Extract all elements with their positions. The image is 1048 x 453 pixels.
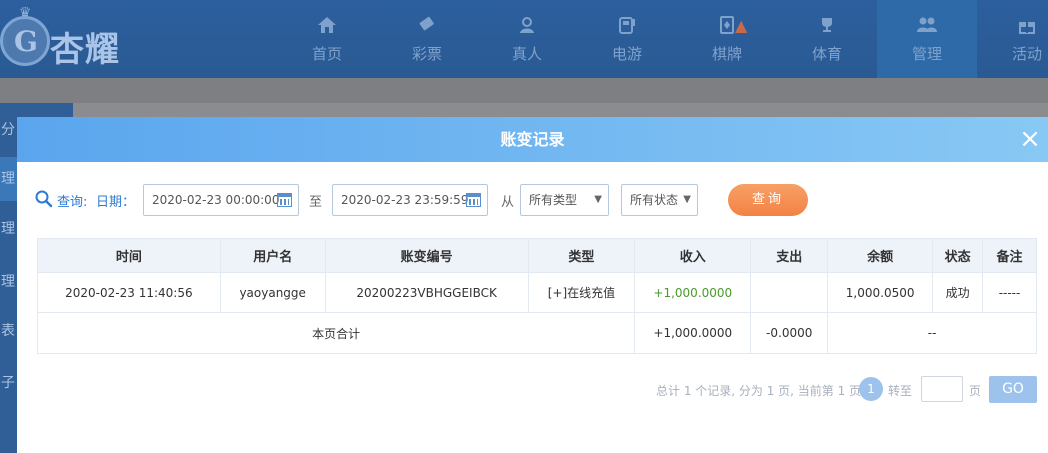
transaction-records-modal: 账变记录 × 查询: 日期： 2020-02-23 00:00:00 至 202…	[17, 117, 1048, 453]
close-icon[interactable]: ×	[1016, 125, 1044, 153]
column-header[interactable]: 支出	[750, 238, 829, 273]
table-row[interactable]: 2020-02-23 11:40:56 yaoyangge 20200223VB…	[37, 272, 1037, 313]
cell-code: 20200223VBHGGEIBCK	[324, 272, 529, 313]
search-icon	[35, 190, 53, 208]
cell-type: [+]在线充值	[527, 272, 636, 313]
trophy-icon	[817, 15, 837, 39]
start-date-value: 2020-02-23 00:00:00	[152, 193, 280, 207]
goto-label: 转至	[888, 384, 913, 398]
calendar-icon[interactable]	[277, 193, 292, 207]
page-unit-label: 页	[969, 384, 982, 398]
gift-icon	[1017, 15, 1037, 39]
status-select[interactable]: 所有状态 ▼	[621, 184, 698, 216]
logo-emblem-icon	[0, 16, 50, 66]
column-header[interactable]: 账变编号	[324, 238, 529, 273]
nav-events[interactable]: 活动	[977, 0, 1048, 78]
nav-label: 彩票	[411, 44, 442, 63]
main-nav: 首页 彩票 真人 电游 ▲ 棋牌 体育 管理 活动	[277, 0, 1048, 78]
nav-label: 首页	[311, 44, 342, 63]
query-button[interactable]: 查询	[728, 184, 808, 216]
table-total-row: 本页合计 +1,000.0000 -0.0000 --	[36, 312, 1037, 354]
column-header[interactable]: 用户名	[219, 238, 326, 273]
brand-name: 杏耀	[50, 30, 120, 70]
nav-live[interactable]: 真人	[477, 0, 577, 78]
nav-label: 棋牌	[711, 44, 742, 63]
column-header[interactable]: 收入	[634, 238, 752, 273]
column-header[interactable]: 类型	[527, 238, 636, 273]
sidebar-item[interactable]: 子体	[0, 361, 17, 405]
nav-home[interactable]: 首页	[277, 0, 377, 78]
type-select[interactable]: 所有类型 ▼	[520, 184, 609, 216]
users-icon	[916, 15, 938, 39]
nav-manage[interactable]: 管理	[877, 0, 977, 78]
type-select-value: 所有类型	[529, 193, 578, 207]
live-dealer-icon	[517, 15, 537, 39]
top-header: ♛ 杏耀 首页 彩票 真人 电游	[0, 0, 1048, 78]
total-expense: -0.0000	[750, 312, 829, 354]
nav-label: 真人	[511, 44, 542, 63]
sidebar-item[interactable]: 表	[0, 309, 17, 353]
cards-icon	[717, 15, 737, 39]
lottery-ticket-icon	[417, 15, 437, 39]
query-bar: 查询: 日期： 2020-02-23 00:00:00 至 2020-02-23…	[35, 184, 1035, 216]
cell-user: yaoyangge	[219, 272, 326, 313]
column-header[interactable]: 余额	[827, 238, 934, 273]
modal-title: 账变记录	[500, 130, 565, 149]
pagination: 总计 1 个记录, 分为 1 页, 当前第 1 页 1 转至 页 GO	[656, 375, 1037, 403]
go-button[interactable]: GO	[989, 376, 1037, 403]
column-header[interactable]: 备注	[982, 238, 1037, 273]
column-header[interactable]: 时间	[37, 238, 221, 273]
nav-label: 电游	[611, 44, 642, 63]
cell-expense	[750, 272, 829, 313]
overlay-band	[0, 78, 1048, 103]
to-label: 至	[309, 195, 323, 210]
slot-machine-icon	[617, 15, 637, 39]
nav-sports[interactable]: 体育	[777, 0, 877, 78]
cell-balance: 1,000.0500	[827, 272, 934, 313]
nav-label: 体育	[811, 44, 842, 63]
cell-note: -----	[982, 272, 1037, 313]
table-header-row: 时间 用户名 账变编号 类型 收入 支出 余额 状态 备注	[37, 238, 1037, 273]
cell-time: 2020-02-23 11:40:56	[37, 272, 221, 313]
from-label: 从	[501, 195, 515, 210]
cell-income: +1,000.0000	[634, 272, 752, 313]
end-date-value: 2020-02-23 23:59:59	[341, 193, 469, 207]
query-label: 查询:	[57, 195, 88, 210]
modal-header: 账变记录 ×	[17, 117, 1048, 162]
calendar-icon[interactable]	[466, 193, 481, 207]
status-select-value: 所有状态	[630, 193, 679, 207]
nav-lottery[interactable]: 彩票	[377, 0, 477, 78]
pagination-summary: 总计 1 个记录, 分为 1 页, 当前第 1 页	[656, 384, 862, 398]
chevron-down-icon: ▼	[683, 194, 691, 205]
date-label: 日期：	[96, 195, 136, 210]
page-button-current[interactable]: 1	[859, 377, 883, 401]
sidebar-item[interactable]: 理	[0, 260, 17, 304]
nav-label: 管理	[911, 44, 942, 63]
cell-status: 成功	[932, 272, 984, 313]
nav-label: 活动	[1011, 44, 1042, 63]
hot-badge-icon: ▲	[735, 16, 748, 35]
chevron-down-icon: ▼	[594, 194, 602, 205]
transactions-table: 时间 用户名 账变编号 类型 收入 支出 余额 状态 备注 2020-02-23…	[36, 238, 1037, 354]
sidebar-item[interactable]: 分	[0, 108, 17, 152]
nav-cards[interactable]: ▲ 棋牌	[677, 0, 777, 78]
end-date-input[interactable]: 2020-02-23 23:59:59	[332, 184, 488, 216]
brand-logo[interactable]: ♛ 杏耀	[0, 6, 150, 72]
home-icon	[317, 15, 337, 39]
total-rest: --	[827, 312, 1037, 354]
sidebar-item[interactable]: 理	[0, 207, 17, 251]
total-income: +1,000.0000	[634, 312, 752, 354]
page-number-input[interactable]	[921, 376, 963, 402]
sidebar-item[interactable]: 理	[0, 157, 17, 201]
start-date-input[interactable]: 2020-02-23 00:00:00	[143, 184, 299, 216]
total-label: 本页合计	[36, 312, 636, 354]
column-header[interactable]: 状态	[932, 238, 984, 273]
nav-slots[interactable]: 电游	[577, 0, 677, 78]
